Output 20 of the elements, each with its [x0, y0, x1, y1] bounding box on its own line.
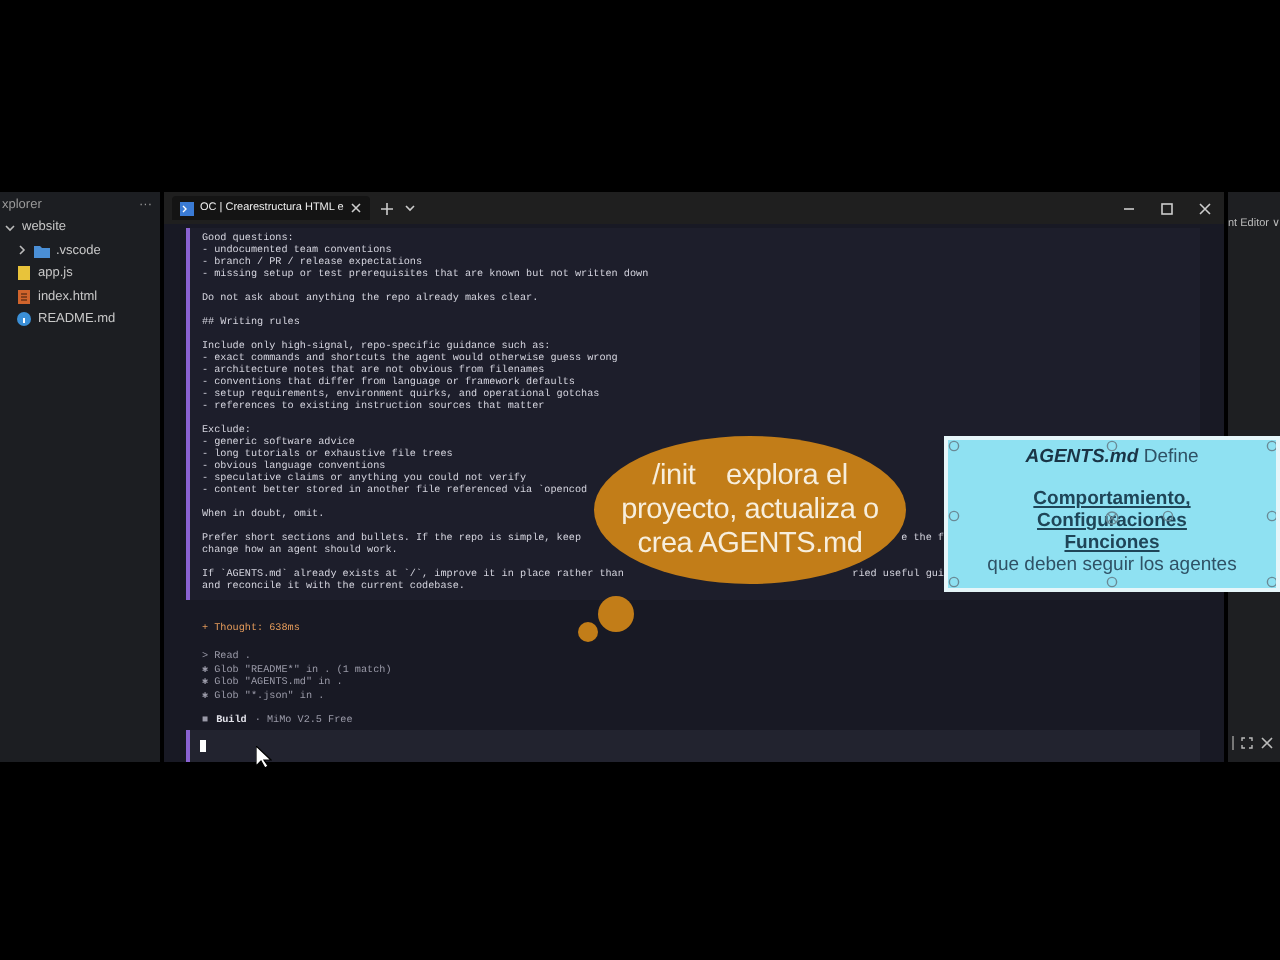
- plus-icon[interactable]: [379, 201, 394, 215]
- terminal-icon: [180, 201, 194, 215]
- callout-text: /init explora el proyecto, actualiza o crea AGENTS.md: [621, 459, 879, 561]
- close-icon[interactable]: [1198, 201, 1212, 215]
- note-text: Comportamiento,: [1033, 488, 1191, 510]
- html-file-icon: [16, 289, 32, 304]
- prompt-input-field[interactable]: [186, 730, 1200, 762]
- close-icon[interactable]: [349, 202, 362, 214]
- close-icon[interactable]: [1260, 736, 1274, 750]
- mouse-pointer-icon: [256, 746, 272, 768]
- chevron-down-icon[interactable]: [403, 202, 416, 214]
- folder-icon: [34, 243, 50, 258]
- maximize-icon[interactable]: [1160, 201, 1174, 215]
- info-icon: [16, 312, 32, 327]
- note-text: que deben seguir los agentes: [987, 554, 1237, 576]
- note-text: Funciones: [1064, 532, 1160, 554]
- js-file-icon: [16, 266, 32, 281]
- note-text: Configuraciones: [1037, 510, 1187, 532]
- fullscreen-icon[interactable]: [1240, 736, 1254, 750]
- note-text: AGENTS.md Define: [1025, 446, 1199, 468]
